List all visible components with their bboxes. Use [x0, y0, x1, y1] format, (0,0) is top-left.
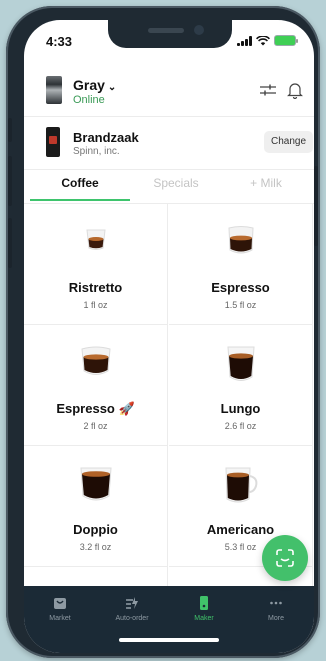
roaster-name: Brandzaak — [73, 130, 139, 145]
change-button[interactable]: Change — [264, 131, 314, 153]
coffee-machine-icon — [46, 76, 62, 104]
drink-name: Doppio — [73, 522, 118, 537]
nav-label: More — [268, 615, 284, 622]
machine-selector[interactable]: Gray ⌄ — [73, 77, 116, 93]
mute-switch — [8, 118, 12, 142]
status-time: 4:33 — [46, 34, 73, 49]
nav-item-market[interactable]: Market — [24, 596, 96, 622]
drink-volume: 2.6 fl oz — [224, 421, 257, 431]
battery-icon — [274, 35, 298, 46]
drink-card-espresso-rocket[interactable]: Espresso 🚀 2 fl oz — [24, 325, 168, 446]
doppio-glass-icon — [79, 467, 112, 501]
bell-icon[interactable] — [287, 81, 303, 99]
scan-button[interactable] — [262, 535, 308, 581]
ristretto-cup-icon — [85, 229, 106, 250]
power-button — [314, 166, 318, 246]
drink-name: Ristretto — [68, 280, 123, 295]
drink-volume: 2 fl oz — [83, 421, 108, 431]
nav-label: Market — [49, 615, 71, 622]
wifi-icon — [256, 35, 270, 45]
speaker — [148, 28, 184, 33]
drink-card-doppio[interactable]: Doppio 3.2 fl oz — [24, 446, 168, 567]
notch — [108, 20, 232, 48]
maker-icon — [200, 596, 208, 610]
espresso-cup-icon — [227, 226, 254, 254]
machine-status: Online — [73, 94, 105, 106]
drink-name: Espresso — [211, 280, 270, 295]
app-screen: 4:33 Gray ⌄ Online Brandzaak Spinn, inc.… — [24, 20, 314, 653]
status-indicators — [237, 35, 298, 46]
nav-label: Auto-order — [115, 615, 149, 622]
volume-up-button — [8, 156, 12, 206]
more-icon — [270, 601, 282, 605]
drink-name: Espresso 🚀 — [56, 401, 135, 416]
auto-order-icon — [126, 597, 138, 609]
scan-icon — [276, 549, 294, 567]
home-indicator — [119, 638, 219, 642]
machine-name: Gray — [73, 77, 105, 93]
sliders-icon[interactable] — [260, 84, 276, 96]
lungo-glass-icon — [226, 346, 255, 381]
signal-icon — [237, 35, 252, 46]
nav-item-more[interactable]: More — [240, 596, 312, 622]
coffee-bag-icon — [46, 127, 60, 157]
volume-down-button — [8, 218, 12, 268]
drink-volume: 1.5 fl oz — [224, 300, 257, 310]
active-tab-indicator — [30, 199, 130, 201]
machine-header: Gray ⌄ Online — [24, 60, 314, 116]
nav-item-maker[interactable]: Maker — [168, 596, 240, 622]
americano-mug-icon — [224, 467, 257, 503]
drink-name: Lungo — [220, 401, 261, 416]
chevron-down-icon: ⌄ — [107, 82, 117, 93]
drink-card-ristretto[interactable]: Ristretto 1 fl oz — [24, 204, 168, 325]
phone-frame: 4:33 Gray ⌄ Online Brandzaak Spinn, inc.… — [6, 6, 320, 658]
drink-tabs: Coffee Specials + Milk — [24, 170, 314, 204]
bag-icon — [54, 598, 66, 609]
roaster-company: Spinn, inc. — [73, 146, 120, 157]
bottom-nav: Market Auto-order Maker More — [24, 586, 314, 653]
tab-milk[interactable]: + Milk — [218, 170, 314, 204]
roaster-row: Brandzaak Spinn, inc. Change — [24, 117, 314, 169]
nav-item-auto-order[interactable]: Auto-order — [96, 596, 168, 622]
tab-specials[interactable]: Specials — [128, 170, 224, 204]
drink-card-lungo[interactable]: Lungo 2.6 fl oz — [169, 325, 313, 446]
nav-label: Maker — [194, 615, 214, 622]
drink-volume: 3.2 fl oz — [79, 542, 112, 552]
front-camera — [194, 25, 204, 35]
drink-volume: 1 fl oz — [83, 300, 108, 310]
drink-card-espresso[interactable]: Espresso 1.5 fl oz — [169, 204, 313, 325]
espresso-double-cup-icon — [80, 346, 111, 375]
